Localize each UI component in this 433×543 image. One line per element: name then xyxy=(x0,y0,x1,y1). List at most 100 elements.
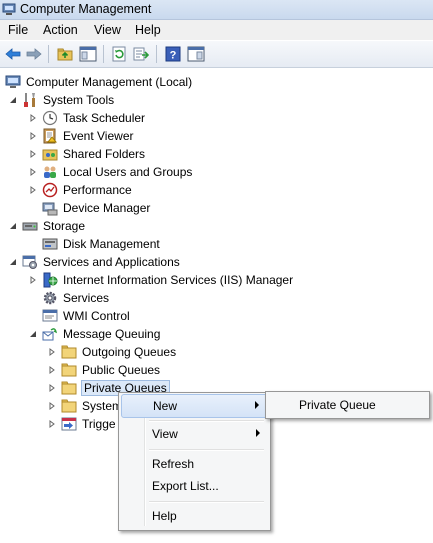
tree-label: Event Viewer xyxy=(63,129,134,143)
expand-arrow-icon[interactable] xyxy=(46,418,58,430)
tree-node-performance[interactable]: Performance xyxy=(27,181,133,199)
export-list-button[interactable] xyxy=(131,44,151,64)
menu-item-label: New xyxy=(153,399,178,413)
show-hide-action-pane-button[interactable] xyxy=(186,44,206,64)
tree-label: Services and Applications xyxy=(43,255,180,269)
services-applications-icon xyxy=(22,254,38,270)
expand-arrow-icon[interactable] xyxy=(27,148,39,160)
help-button[interactable]: ? xyxy=(163,44,183,64)
up-one-level-button[interactable] xyxy=(55,44,75,64)
toolbar-separator xyxy=(48,45,49,63)
context-menu-view[interactable]: View xyxy=(121,423,268,445)
context-menu: New View Refresh Export List... Help xyxy=(118,392,271,531)
clock-icon xyxy=(42,110,58,126)
tree-node-storage[interactable]: Storage xyxy=(7,217,86,235)
tools-icon xyxy=(22,92,38,108)
context-menu-help[interactable]: Help xyxy=(121,505,268,527)
storage-icon xyxy=(22,218,38,234)
tree-node-message-queuing[interactable]: Message Queuing xyxy=(27,325,161,343)
submenu-private-queue[interactable]: Private Queue xyxy=(268,394,425,416)
collapse-arrow-icon[interactable] xyxy=(7,256,19,268)
wmi-control-icon xyxy=(42,308,58,324)
tree-node-system-queues[interactable]: System xyxy=(46,397,123,415)
tree-node-outgoing-queues[interactable]: Outgoing Queues xyxy=(46,343,177,361)
tree-label: System xyxy=(82,399,123,413)
tree-label: Shared Folders xyxy=(63,147,146,161)
event-viewer-icon xyxy=(42,128,58,144)
tree-label: System Tools xyxy=(43,93,115,107)
menu-help[interactable]: Help xyxy=(133,23,163,37)
context-menu-refresh[interactable]: Refresh xyxy=(121,453,268,475)
help-icon: ? xyxy=(165,46,181,62)
tree-label: Performance xyxy=(63,183,132,197)
svg-text:?: ? xyxy=(170,50,177,62)
tree-node-triggers[interactable]: Trigge xyxy=(46,415,117,433)
toolbar: ? xyxy=(0,41,433,68)
tree-node-event-viewer[interactable]: Event Viewer xyxy=(27,127,134,145)
menu-item-label: Help xyxy=(152,509,177,523)
tree-label: Message Queuing xyxy=(63,327,161,341)
expand-arrow-icon[interactable] xyxy=(27,112,39,124)
tree-label: WMI Control xyxy=(63,309,130,323)
tree-label: Storage xyxy=(43,219,86,233)
folder-icon xyxy=(61,380,77,396)
tree-node-iis-manager[interactable]: Internet Information Services (IIS) Mana… xyxy=(27,271,294,289)
window-title: Computer Management xyxy=(20,2,152,16)
show-hide-tree-icon xyxy=(79,46,97,62)
new-submenu: Private Queue xyxy=(265,391,430,419)
menu-item-label: Private Queue xyxy=(299,398,376,412)
computer-management-icon xyxy=(5,74,21,90)
context-menu-export-list[interactable]: Export List... xyxy=(121,475,268,497)
submenu-arrow-icon xyxy=(255,401,259,409)
context-menu-new[interactable]: New xyxy=(121,394,268,418)
tree-node-shared-folders[interactable]: Shared Folders xyxy=(27,145,146,163)
device-manager-icon xyxy=(42,200,58,216)
menu-action[interactable]: Action xyxy=(41,23,80,37)
menu-separator xyxy=(149,501,264,503)
menu-separator xyxy=(149,449,264,451)
tree-node-task-scheduler[interactable]: Task Scheduler xyxy=(27,109,146,127)
expand-arrow-icon[interactable] xyxy=(46,364,58,376)
folder-icon xyxy=(61,398,77,414)
tree-node-disk-management[interactable]: Disk Management xyxy=(42,235,161,253)
expand-arrow-icon[interactable] xyxy=(46,346,58,358)
tree-label: Trigge xyxy=(82,417,116,431)
forward-button[interactable] xyxy=(24,44,44,64)
menu-file[interactable]: File xyxy=(6,23,30,37)
refresh-button[interactable] xyxy=(109,44,129,64)
collapse-arrow-icon[interactable] xyxy=(7,220,19,232)
show-hide-console-tree-button[interactable] xyxy=(78,44,98,64)
tree-label: Outgoing Queues xyxy=(82,345,177,359)
collapse-arrow-icon[interactable] xyxy=(27,328,39,340)
expand-arrow-icon[interactable] xyxy=(27,274,39,286)
tree-node-device-manager[interactable]: Device Manager xyxy=(42,199,151,217)
collapse-arrow-icon[interactable] xyxy=(7,94,19,106)
shared-folder-icon xyxy=(42,146,58,162)
menu-view[interactable]: View xyxy=(92,23,123,37)
tree-node-services-applications[interactable]: Services and Applications xyxy=(7,253,181,271)
tree-node-local-users-groups[interactable]: Local Users and Groups xyxy=(27,163,193,181)
export-list-icon xyxy=(133,47,149,61)
tree-node-wmi-control[interactable]: WMI Control xyxy=(42,307,131,325)
toolbar-separator xyxy=(103,45,104,63)
title-bar: Computer Management xyxy=(0,0,433,20)
disk-management-icon xyxy=(42,236,58,252)
gear-icon xyxy=(42,290,58,306)
menu-item-label: Export List... xyxy=(152,479,219,493)
tree-node-public-queues[interactable]: Public Queues xyxy=(46,361,161,379)
tree-label: Internet Information Services (IIS) Mana… xyxy=(63,273,294,287)
expand-arrow-icon[interactable] xyxy=(27,184,39,196)
back-button[interactable] xyxy=(3,44,23,64)
tree-node-services[interactable]: Services xyxy=(42,289,110,307)
tree-node-computer-management[interactable]: Computer Management (Local) xyxy=(5,73,193,91)
submenu-arrow-icon xyxy=(256,429,260,437)
expand-arrow-icon[interactable] xyxy=(27,166,39,178)
menu-item-label: Refresh xyxy=(152,457,195,471)
folder-icon xyxy=(61,344,77,360)
message-queuing-icon xyxy=(42,326,58,342)
expand-arrow-icon[interactable] xyxy=(46,400,58,412)
expand-arrow-icon[interactable] xyxy=(46,382,58,394)
tree-node-system-tools[interactable]: System Tools xyxy=(7,91,115,109)
expand-arrow-icon[interactable] xyxy=(27,130,39,142)
show-hide-action-pane-icon xyxy=(187,46,205,62)
